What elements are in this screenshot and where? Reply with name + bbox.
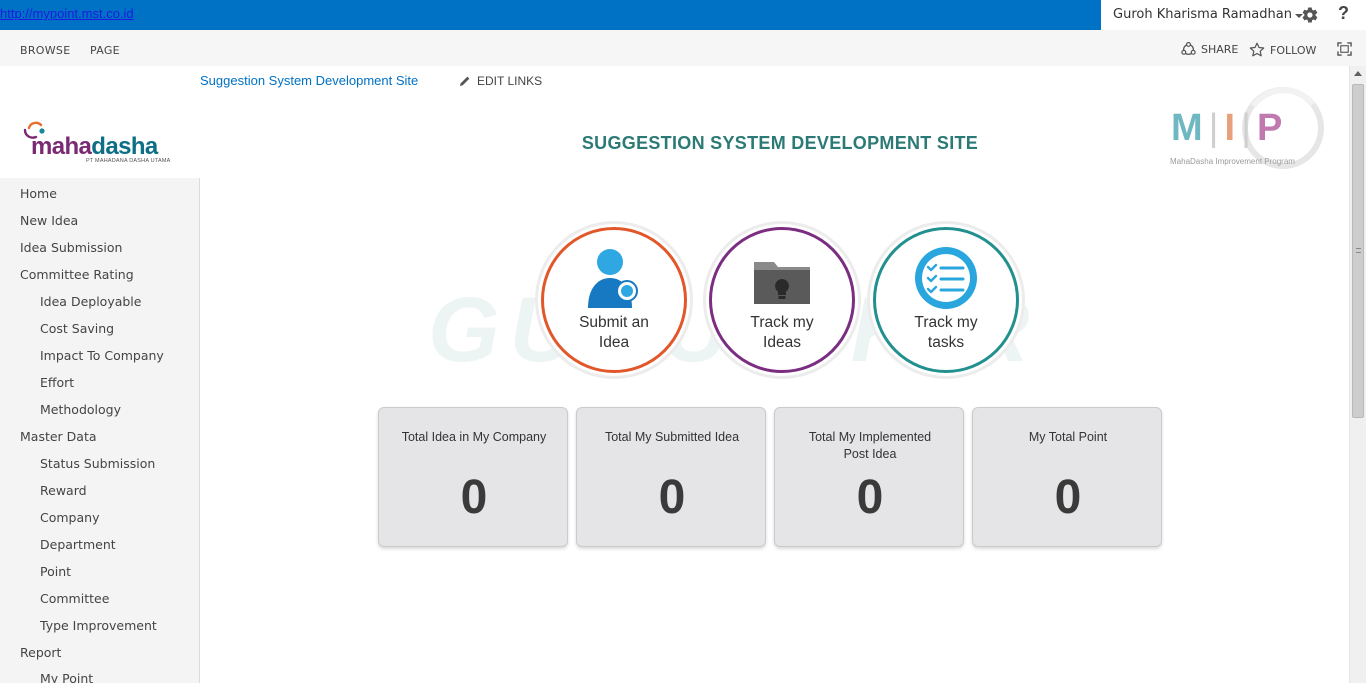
mip-subtitle: MahaDasha Improvement Program	[1170, 157, 1295, 166]
share-label: SHARE	[1201, 43, 1239, 56]
stat-card-my-submitted-idea[interactable]: Total My Submitted Idea 0	[576, 407, 766, 547]
brand-name-part2: dasha	[91, 133, 158, 160]
mip-separator: |	[1241, 107, 1253, 149]
brand-name-part1: maha	[31, 133, 92, 160]
mip-logo: M | I | P MahaDasha Improvement Program	[1168, 84, 1333, 169]
nav-item-master-data[interactable]: Master Data	[20, 429, 97, 444]
nav-item-my-point[interactable]: My Point	[40, 671, 93, 683]
nav-item-effort[interactable]: Effort	[40, 375, 74, 390]
folder-bulb-icon	[706, 246, 858, 310]
help-icon[interactable]: ?	[1338, 3, 1349, 24]
nav-item-reward[interactable]: Reward	[40, 483, 87, 498]
ribbon: BROWSE PAGE SHARE FOLLOW	[0, 30, 1366, 66]
track-tasks-tile[interactable]: Track my tasks	[870, 224, 1022, 376]
stat-label: Total Idea in My Company	[401, 430, 547, 444]
brand-subtitle: PT MAHADANA DASHA UTAMA	[86, 158, 171, 164]
user-menu[interactable]: Guroh Kharisma Ramadhan	[1113, 7, 1303, 22]
nav-item-company[interactable]: Company	[40, 510, 99, 525]
site-home-link[interactable]: Suggestion System Development Site	[200, 73, 418, 88]
suite-bar-brand-area	[0, 0, 1101, 30]
user-add-icon	[538, 246, 690, 310]
user-name: Guroh Kharisma Ramadhan	[1113, 7, 1292, 22]
scroll-thumb[interactable]	[1352, 84, 1364, 418]
stat-card-total-idea-company[interactable]: Total Idea in My Company 0	[378, 407, 568, 547]
mip-letter-m: M	[1171, 107, 1205, 149]
nav-item-status-submission[interactable]: Status Submission	[40, 456, 155, 471]
stat-label: Total My Submitted Idea	[604, 430, 740, 444]
stat-label: Total My Implemented Post Idea	[808, 430, 932, 461]
vertical-scrollbar[interactable]	[1349, 66, 1366, 683]
nav-item-new-idea[interactable]: New Idea	[20, 213, 78, 228]
star-icon	[1249, 42, 1265, 57]
track-tasks-label: Track my tasks	[914, 314, 978, 351]
suite-bar: http://mypoint.mst.co.id Guroh Kharisma …	[0, 0, 1366, 30]
share-button[interactable]: SHARE	[1181, 42, 1238, 57]
pencil-icon	[460, 76, 470, 86]
mip-letters: M | I | P	[1171, 107, 1284, 150]
submit-idea-tile[interactable]: Submit an Idea	[538, 224, 690, 376]
track-ideas-label: Track my Ideas	[750, 314, 814, 351]
share-icon	[1181, 42, 1196, 56]
stat-value: 0	[1054, 471, 1082, 524]
nav-item-idea-deployable[interactable]: Idea Deployable	[40, 294, 141, 309]
quick-launch-nav: Home New Idea Idea Submission Committee …	[0, 178, 200, 683]
gear-icon[interactable]	[1301, 6, 1319, 24]
page-title: SUGGESTION SYSTEM DEVELOPMENT SITE	[581, 133, 979, 153]
scroll-grip-icon	[1356, 248, 1361, 253]
tab-browse[interactable]: BROWSE	[20, 44, 70, 57]
brand-wordmark: mahadasha	[31, 133, 158, 161]
focus-content-icon[interactable]	[1337, 42, 1352, 56]
task-list-icon	[870, 246, 1022, 310]
edit-links-label: EDIT LINKS	[477, 74, 543, 88]
mip-letter-p: P	[1256, 107, 1285, 149]
follow-label: FOLLOW	[1270, 43, 1317, 57]
nav-item-methodology[interactable]: Methodology	[40, 402, 121, 417]
stat-card-my-total-point[interactable]: My Total Point 0	[972, 407, 1162, 547]
nav-item-idea-submission[interactable]: Idea Submission	[20, 240, 122, 255]
stat-card-my-implemented-idea[interactable]: Total My Implemented Post Idea 0	[774, 407, 964, 547]
follow-button[interactable]: FOLLOW	[1249, 42, 1316, 58]
nav-item-committee-rating[interactable]: Committee Rating	[20, 267, 134, 282]
nav-item-committee[interactable]: Committee	[40, 591, 109, 606]
stat-value: 0	[856, 471, 884, 524]
tab-page[interactable]: PAGE	[90, 44, 120, 57]
stat-value: 0	[460, 471, 488, 524]
mahadasha-logo[interactable]: mahadasha PT MAHADANA DASHA UTAMA	[22, 117, 182, 167]
nav-item-type-improvement[interactable]: Type Improvement	[40, 618, 157, 633]
nav-item-report[interactable]: Report	[20, 645, 61, 660]
nav-item-point[interactable]: Point	[40, 564, 71, 579]
nav-item-home[interactable]: Home	[20, 186, 57, 201]
stat-label: My Total Point	[1028, 430, 1108, 444]
mip-letter-i: I	[1224, 107, 1238, 149]
mip-separator: |	[1208, 107, 1221, 149]
scroll-up-arrow-icon[interactable]	[1354, 71, 1362, 76]
nav-item-department[interactable]: Department	[40, 537, 116, 552]
nav-item-cost-saving[interactable]: Cost Saving	[40, 321, 114, 336]
site-url-link[interactable]: http://mypoint.mst.co.id	[0, 6, 134, 21]
submit-idea-label: Submit an Idea	[579, 314, 649, 351]
edit-links-button[interactable]: EDIT LINKS	[459, 74, 542, 88]
track-ideas-tile[interactable]: Track my Ideas	[706, 224, 858, 376]
nav-item-impact-to-company[interactable]: Impact To Company	[40, 348, 164, 363]
stat-value: 0	[658, 471, 686, 524]
